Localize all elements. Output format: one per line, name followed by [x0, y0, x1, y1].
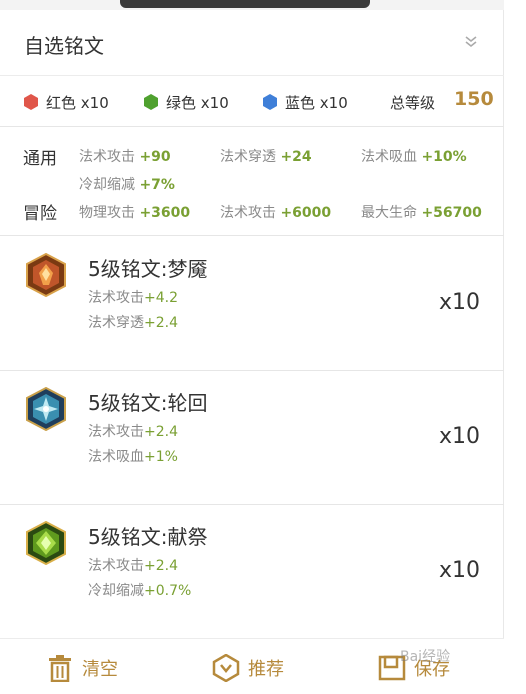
rune-attr: 法术穿透+2.4	[88, 315, 178, 331]
rune-count: x10	[439, 290, 481, 315]
stat-item: 法术吸血 +10%	[361, 149, 467, 165]
top-strip	[0, 0, 504, 10]
rune-name: 5级铭文:献祭	[88, 525, 208, 549]
red-gem-icon	[24, 94, 38, 110]
chevron-down-icon[interactable]	[462, 32, 480, 50]
blue-count: 蓝色 x10	[285, 94, 348, 112]
color-summary: 红色 x10 绿色 x10 蓝色 x10 总等级 150	[0, 77, 504, 127]
recommend-label: 推荐	[248, 659, 284, 680]
green-count: 绿色 x10	[166, 94, 229, 112]
stat-item: 最大生命 +56700	[361, 205, 482, 221]
clear-button[interactable]: 清空	[46, 651, 118, 685]
total-level-label: 总等级	[390, 94, 436, 112]
stat-item: 物理攻击 +3600	[79, 205, 191, 221]
stat-item: 法术攻击 +90	[79, 149, 171, 165]
rune-count: x10	[439, 558, 481, 583]
rune-attr: 法术攻击+4.2	[88, 290, 178, 306]
recommend-button[interactable]: 推荐	[212, 651, 284, 685]
top-tab-remnant	[120, 0, 370, 8]
trash-icon	[49, 655, 71, 682]
page-title: 自选铭文	[24, 34, 104, 58]
attribute-summary: 通用 法术攻击 +90 法术穿透 +24 法术吸血 +10% 冷却缩减 +7% …	[0, 128, 504, 236]
rune-attr: 法术攻击+2.4	[88, 424, 178, 440]
rune-page-selector[interactable]: 自选铭文	[0, 10, 504, 76]
watermark: Bai经验	[400, 649, 451, 665]
general-label: 通用	[23, 149, 57, 169]
rune-attr: 法术攻击+2.4	[88, 558, 178, 574]
rune-row[interactable]: 5级铭文:献祭 法术攻击+2.4 冷却缩减+0.7% x10	[0, 505, 504, 639]
rune-editor-page: 自选铭文 红色 x10 绿色 x10 蓝色 x10 总等级 150 通用 法术攻…	[0, 0, 504, 694]
rune-count: x10	[439, 424, 481, 449]
stat-item: 法术攻击 +6000	[220, 205, 332, 221]
stat-item: 冷却缩减 +7%	[79, 177, 175, 193]
total-level-value: 150	[454, 88, 494, 110]
green-gem-icon	[144, 94, 158, 110]
rune-attr: 法术吸血+1%	[88, 449, 178, 465]
stat-item: 法术穿透 +24	[220, 149, 312, 165]
rune-attr: 冷却缩减+0.7%	[88, 583, 192, 599]
clear-label: 清空	[82, 659, 118, 680]
red-rune-icon	[26, 253, 66, 297]
red-count: 红色 x10	[46, 94, 109, 112]
recommend-icon	[212, 654, 240, 682]
blue-rune-icon	[26, 387, 66, 431]
rune-row[interactable]: 5级铭文:梦魇 法术攻击+4.2 法术穿透+2.4 x10	[0, 237, 504, 371]
rune-name: 5级铭文:轮回	[88, 391, 208, 415]
blue-gem-icon	[263, 94, 277, 110]
green-rune-icon	[26, 521, 66, 565]
rune-row[interactable]: 5级铭文:轮回 法术攻击+2.4 法术吸血+1% x10	[0, 371, 504, 505]
rune-name: 5级铭文:梦魇	[88, 257, 208, 281]
adventure-label: 冒险	[23, 204, 57, 224]
